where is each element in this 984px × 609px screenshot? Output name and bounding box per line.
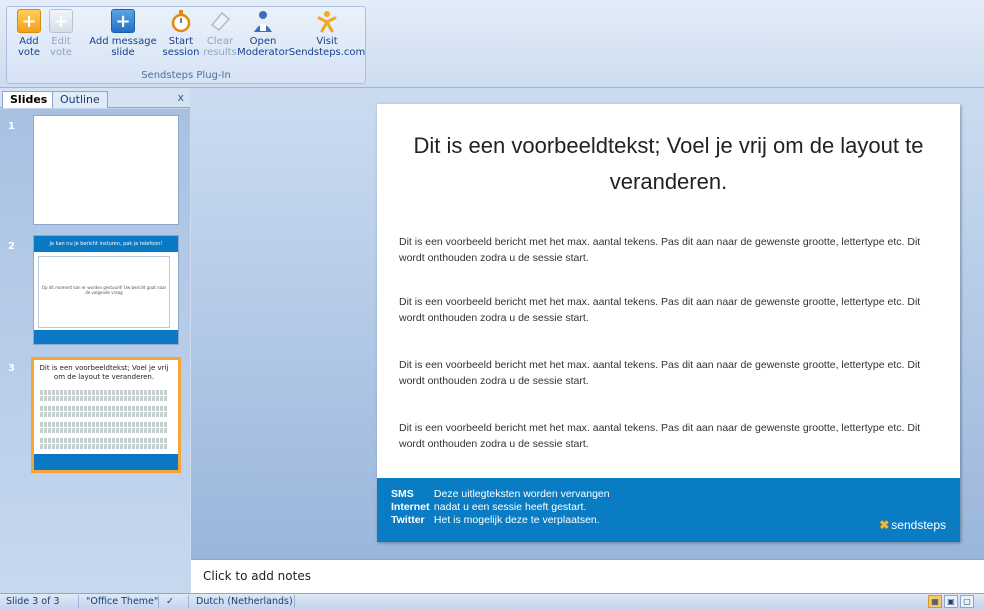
visit-sendsteps-button[interactable]: Visit Sendsteps.com [288, 9, 366, 58]
divider [188, 595, 189, 608]
plus-icon: + [17, 9, 41, 33]
thumbnail-text-line [40, 390, 168, 395]
slide-count: Slide 3 of 3 [6, 596, 60, 607]
current-slide[interactable]: Dit is een voorbeeldtekst; Voel je vrij … [377, 104, 960, 542]
edit-vote-button[interactable]: + Edit vote [47, 9, 75, 58]
thumbnail-text-line [40, 428, 168, 433]
close-pane-icon[interactable]: x [177, 91, 184, 104]
thumbnail-text-line [40, 438, 168, 443]
footer-row: Internet nadat u een sessie heeft gestar… [391, 501, 586, 514]
thumbnail-text-line [40, 412, 168, 417]
start-session-label: Start session [162, 36, 200, 58]
sendsteps-logo: ✖ sendsteps [879, 518, 946, 532]
pane-tabs: Slides Outline x [0, 88, 190, 108]
slide-thumbnail-list[interactable]: 1 2 Je kan nu je bericht insturen, pak j… [0, 109, 190, 593]
ribbon-group-label: Sendsteps Plug-In [141, 70, 231, 81]
start-session-button[interactable]: Start session [161, 9, 201, 58]
slide-number: 3 [8, 363, 15, 374]
normal-view-icon[interactable]: ▦ [928, 595, 942, 608]
sendsteps-ribbon-group: + Add vote + Edit vote + Add message sli… [6, 6, 366, 84]
slide-thumbnail-1[interactable] [33, 115, 179, 225]
tab-outline[interactable]: Outline [52, 91, 108, 108]
slide-paragraph[interactable]: Dit is een voorbeeld bericht met het max… [399, 420, 944, 452]
footer-key: Internet [391, 501, 430, 513]
ribbon: + Add vote + Edit vote + Add message sli… [0, 0, 984, 88]
thumbnail-text-line [40, 444, 168, 449]
divider [78, 595, 79, 608]
footer-row: Twitter Het is mogelijk deze te verplaat… [391, 514, 600, 527]
thumbnail-title: Dit is een voorbeeldtekst; Voel je vrij … [39, 364, 169, 381]
thumbnail-text-line [40, 396, 168, 401]
footer-key: SMS [391, 488, 414, 500]
footer-key: Twitter [391, 514, 425, 526]
clear-results-button[interactable]: Clear results [203, 9, 237, 58]
footer-row: SMS Deze uitlegteksten worden vervangen [391, 488, 610, 501]
thumbnail-body: Op dit moment kan er worden gestuurd! Uw… [38, 256, 170, 328]
slide-paragraph[interactable]: Dit is een voorbeeld bericht met het max… [399, 294, 944, 326]
slide-number: 1 [8, 121, 15, 132]
tab-slides[interactable]: Slides [2, 91, 56, 108]
add-vote-label: Add vote [17, 36, 41, 58]
logo-text: sendsteps [891, 518, 946, 532]
eraser-icon [208, 9, 232, 33]
footer-text: nadat u een sessie heeft gestart. [433, 501, 587, 513]
open-moderator-button[interactable]: Open Moderator [237, 9, 289, 58]
stopwatch-icon [169, 9, 193, 33]
slide-thumbnail-3[interactable]: Dit is een voorbeeldtekst; Voel je vrij … [31, 357, 181, 473]
clear-results-label: Clear results [203, 36, 237, 58]
thumbnail-text-line [40, 422, 168, 427]
thumbnail-footer [34, 330, 178, 344]
add-message-slide-button[interactable]: + Add message slide [89, 9, 157, 58]
language[interactable]: Dutch (Netherlands) [196, 596, 293, 607]
spellcheck-icon[interactable]: ✓ [166, 596, 174, 607]
plus-icon: + [49, 9, 73, 33]
moderator-icon [251, 9, 275, 33]
divider [158, 595, 159, 608]
slideshow-icon[interactable]: ▢ [960, 595, 974, 608]
slide-title[interactable]: Dit is een voorbeeldtekst; Voel je vrij … [397, 128, 940, 200]
thumbnail-text-line [40, 406, 168, 411]
slide-thumbnail-2[interactable]: Je kan nu je bericht insturen, pak je te… [33, 235, 179, 345]
slide-footer: SMS Deze uitlegteksten worden vervangen … [377, 478, 960, 542]
plus-icon: + [111, 9, 135, 33]
divider [294, 595, 295, 608]
footer-text: Deze uitlegteksten worden vervangen [433, 488, 610, 500]
slides-pane: Slides Outline x 1 2 Je kan nu je berich… [0, 88, 190, 593]
status-bar: Slide 3 of 3 "Office Theme" ✓ Dutch (Net… [0, 593, 984, 609]
sendsteps-icon [315, 9, 339, 33]
visit-sendsteps-label: Visit Sendsteps.com [288, 36, 366, 58]
notes-placeholder[interactable]: Click to add notes [203, 569, 311, 583]
add-message-slide-label: Add message slide [89, 36, 157, 58]
sendsteps-logo-icon: ✖ [879, 518, 890, 532]
slide-editing-area[interactable]: Dit is een voorbeeldtekst; Voel je vrij … [191, 88, 984, 559]
slide-number: 2 [8, 241, 15, 252]
footer-text: Het is mogelijk deze te verplaatsen. [433, 514, 600, 526]
open-moderator-label: Open Moderator [237, 36, 289, 58]
add-vote-button[interactable]: + Add vote [13, 9, 45, 58]
slide-paragraph[interactable]: Dit is een voorbeeld bericht met het max… [399, 234, 944, 266]
theme-name[interactable]: "Office Theme" [86, 596, 158, 607]
notes-pane[interactable]: Click to add notes [191, 559, 984, 593]
thumbnail-footer [34, 454, 178, 470]
thumbnail-title: Je kan nu je bericht insturen, pak je te… [34, 236, 178, 252]
slide-sorter-icon[interactable]: ▣ [944, 595, 958, 608]
edit-vote-label: Edit vote [49, 36, 73, 58]
slide-paragraph[interactable]: Dit is een voorbeeld bericht met het max… [399, 357, 944, 389]
